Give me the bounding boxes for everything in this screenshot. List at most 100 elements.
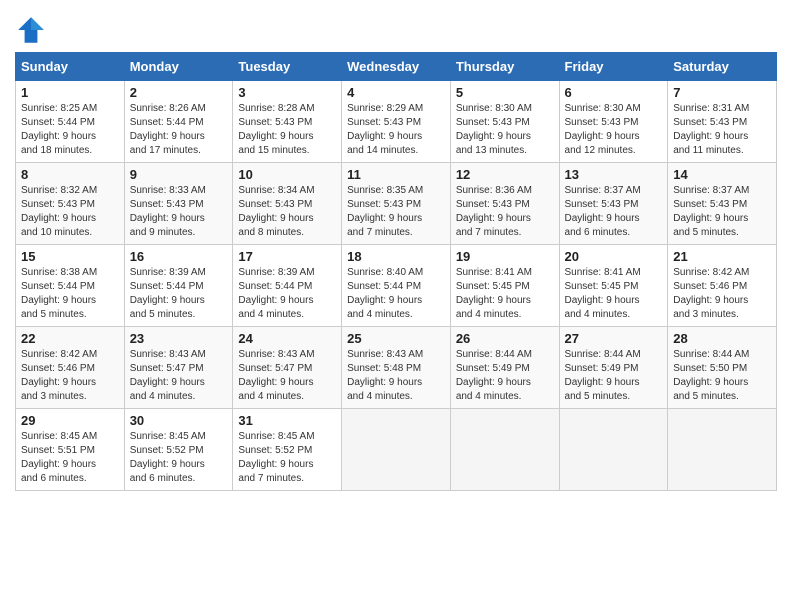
day-info: Sunrise: 8:45 AMSunset: 5:51 PMDaylight:… bbox=[21, 430, 119, 486]
day-info: Sunrise: 8:44 AMSunset: 5:49 PMDaylight:… bbox=[456, 348, 554, 404]
day-number: 25 bbox=[347, 331, 445, 346]
week-row-3: 15 Sunrise: 8:38 AMSunset: 5:44 PMDayligh… bbox=[16, 245, 777, 327]
day-cell: 4Sunrise: 8:29 AMSunset: 5:43 PMDaylight… bbox=[342, 81, 451, 163]
day-number: 18 bbox=[347, 249, 445, 264]
day-cell: 15 Sunrise: 8:38 AMSunset: 5:44 PMDayligh… bbox=[16, 245, 125, 327]
day-number: 30 bbox=[130, 413, 228, 428]
calendar-table: SundayMondayTuesdayWednesdayThursdayFrid… bbox=[15, 52, 777, 491]
day-number: 29 bbox=[21, 413, 119, 428]
day-cell: 24 Sunrise: 8:43 AMSunset: 5:47 PMDayligh… bbox=[233, 327, 342, 409]
day-cell: 5 Sunrise: 8:30 AMSunset: 5:43 PMDaylight… bbox=[450, 81, 559, 163]
day-info: Sunrise: 8:35 AMSunset: 5:43 PMDaylight:… bbox=[347, 184, 445, 240]
col-header-monday: Monday bbox=[124, 53, 233, 81]
day-number: 26 bbox=[456, 331, 554, 346]
day-cell: 22 Sunrise: 8:42 AMSunset: 5:46 PMDayligh… bbox=[16, 327, 125, 409]
header-row: SundayMondayTuesdayWednesdayThursdayFrid… bbox=[16, 53, 777, 81]
day-info: Sunrise: 8:45 AMSunset: 5:52 PMDaylight:… bbox=[130, 430, 228, 486]
day-info: Sunrise: 8:28 AMSunset: 5:43 PMDaylight:… bbox=[238, 102, 336, 158]
day-number: 11 bbox=[347, 167, 445, 182]
day-cell bbox=[559, 409, 668, 491]
day-number: 8 bbox=[21, 167, 119, 182]
week-row-1: 1 Sunrise: 8:25 AMSunset: 5:44 PMDaylight… bbox=[16, 81, 777, 163]
day-cell: 28 Sunrise: 8:44 AMSunset: 5:50 PMDayligh… bbox=[668, 327, 777, 409]
day-info: Sunrise: 8:40 AMSunset: 5:44 PMDaylight:… bbox=[347, 266, 445, 322]
day-cell: 31 Sunrise: 8:45 AMSunset: 5:52 PMDayligh… bbox=[233, 409, 342, 491]
day-info: Sunrise: 8:37 AMSunset: 5:43 PMDaylight:… bbox=[673, 184, 771, 240]
day-info: Sunrise: 8:39 AMSunset: 5:44 PMDaylight:… bbox=[238, 266, 336, 322]
week-row-5: 29 Sunrise: 8:45 AMSunset: 5:51 PMDayligh… bbox=[16, 409, 777, 491]
day-cell: 8 Sunrise: 8:32 AMSunset: 5:43 PMDaylight… bbox=[16, 163, 125, 245]
day-info: Sunrise: 8:37 AMSunset: 5:43 PMDaylight:… bbox=[565, 184, 663, 240]
day-number: 1 bbox=[21, 85, 119, 100]
day-cell: 30 Sunrise: 8:45 AMSunset: 5:52 PMDayligh… bbox=[124, 409, 233, 491]
col-header-sunday: Sunday bbox=[16, 53, 125, 81]
day-cell: 12 Sunrise: 8:36 AMSunset: 5:43 PMDayligh… bbox=[450, 163, 559, 245]
day-number: 3 bbox=[238, 85, 336, 100]
week-row-2: 8 Sunrise: 8:32 AMSunset: 5:43 PMDaylight… bbox=[16, 163, 777, 245]
day-info: Sunrise: 8:43 AMSunset: 5:47 PMDaylight:… bbox=[238, 348, 336, 404]
day-info: Sunrise: 8:25 AMSunset: 5:44 PMDaylight:… bbox=[21, 102, 119, 158]
day-cell: 18 Sunrise: 8:40 AMSunset: 5:44 PMDayligh… bbox=[342, 245, 451, 327]
day-info: Sunrise: 8:43 AMSunset: 5:47 PMDaylight:… bbox=[130, 348, 228, 404]
day-number: 22 bbox=[21, 331, 119, 346]
day-info: Sunrise: 8:34 AMSunset: 5:43 PMDaylight:… bbox=[238, 184, 336, 240]
day-number: 15 bbox=[21, 249, 119, 264]
day-number: 7 bbox=[673, 85, 771, 100]
day-info: Sunrise: 8:30 AMSunset: 5:43 PMDaylight:… bbox=[565, 102, 663, 158]
day-number: 23 bbox=[130, 331, 228, 346]
day-number: 2 bbox=[130, 85, 228, 100]
day-cell: 7 Sunrise: 8:31 AMSunset: 5:43 PMDaylight… bbox=[668, 81, 777, 163]
day-cell: 20Sunrise: 8:41 AMSunset: 5:45 PMDayligh… bbox=[559, 245, 668, 327]
day-cell: 23 Sunrise: 8:43 AMSunset: 5:47 PMDayligh… bbox=[124, 327, 233, 409]
day-info: Sunrise: 8:30 AMSunset: 5:43 PMDaylight:… bbox=[456, 102, 554, 158]
day-cell: 1 Sunrise: 8:25 AMSunset: 5:44 PMDaylight… bbox=[16, 81, 125, 163]
day-number: 20 bbox=[565, 249, 663, 264]
day-cell: 14 Sunrise: 8:37 AMSunset: 5:43 PMDayligh… bbox=[668, 163, 777, 245]
day-cell: 6 Sunrise: 8:30 AMSunset: 5:43 PMDaylight… bbox=[559, 81, 668, 163]
day-info: Sunrise: 8:38 AMSunset: 5:44 PMDaylight:… bbox=[21, 266, 119, 322]
day-number: 21 bbox=[673, 249, 771, 264]
logo-icon bbox=[15, 14, 47, 46]
col-header-saturday: Saturday bbox=[668, 53, 777, 81]
day-cell: 25 Sunrise: 8:43 AMSunset: 5:48 PMDayligh… bbox=[342, 327, 451, 409]
day-cell: 21Sunrise: 8:42 AMSunset: 5:46 PMDayligh… bbox=[668, 245, 777, 327]
day-number: 27 bbox=[565, 331, 663, 346]
day-number: 14 bbox=[673, 167, 771, 182]
day-cell: 29 Sunrise: 8:45 AMSunset: 5:51 PMDayligh… bbox=[16, 409, 125, 491]
day-number: 6 bbox=[565, 85, 663, 100]
day-info: Sunrise: 8:33 AMSunset: 5:43 PMDaylight:… bbox=[130, 184, 228, 240]
col-header-friday: Friday bbox=[559, 53, 668, 81]
day-info: Sunrise: 8:39 AMSunset: 5:44 PMDaylight:… bbox=[130, 266, 228, 322]
day-number: 13 bbox=[565, 167, 663, 182]
col-header-thursday: Thursday bbox=[450, 53, 559, 81]
day-number: 31 bbox=[238, 413, 336, 428]
day-info: Sunrise: 8:42 AMSunset: 5:46 PMDaylight:… bbox=[21, 348, 119, 404]
col-header-wednesday: Wednesday bbox=[342, 53, 451, 81]
day-number: 12 bbox=[456, 167, 554, 182]
day-cell: 2Sunrise: 8:26 AMSunset: 5:44 PMDaylight… bbox=[124, 81, 233, 163]
day-cell bbox=[668, 409, 777, 491]
calendar-header: SundayMondayTuesdayWednesdayThursdayFrid… bbox=[16, 53, 777, 81]
day-number: 5 bbox=[456, 85, 554, 100]
day-number: 17 bbox=[238, 249, 336, 264]
day-cell: 11 Sunrise: 8:35 AMSunset: 5:43 PMDayligh… bbox=[342, 163, 451, 245]
day-cell: 13 Sunrise: 8:37 AMSunset: 5:43 PMDayligh… bbox=[559, 163, 668, 245]
day-number: 28 bbox=[673, 331, 771, 346]
calendar-body: 1 Sunrise: 8:25 AMSunset: 5:44 PMDaylight… bbox=[16, 81, 777, 491]
day-number: 19 bbox=[456, 249, 554, 264]
day-info: Sunrise: 8:31 AMSunset: 5:43 PMDaylight:… bbox=[673, 102, 771, 158]
week-row-4: 22 Sunrise: 8:42 AMSunset: 5:46 PMDayligh… bbox=[16, 327, 777, 409]
day-info: Sunrise: 8:45 AMSunset: 5:52 PMDaylight:… bbox=[238, 430, 336, 486]
day-cell: 3 Sunrise: 8:28 AMSunset: 5:43 PMDaylight… bbox=[233, 81, 342, 163]
day-info: Sunrise: 8:44 AMSunset: 5:50 PMDaylight:… bbox=[673, 348, 771, 404]
day-number: 24 bbox=[238, 331, 336, 346]
day-info: Sunrise: 8:41 AMSunset: 5:45 PMDaylight:… bbox=[456, 266, 554, 322]
day-info: Sunrise: 8:43 AMSunset: 5:48 PMDaylight:… bbox=[347, 348, 445, 404]
day-cell: 19 Sunrise: 8:41 AMSunset: 5:45 PMDayligh… bbox=[450, 245, 559, 327]
day-cell: 10Sunrise: 8:34 AMSunset: 5:43 PMDayligh… bbox=[233, 163, 342, 245]
day-info: Sunrise: 8:32 AMSunset: 5:43 PMDaylight:… bbox=[21, 184, 119, 240]
day-cell: 16Sunrise: 8:39 AMSunset: 5:44 PMDayligh… bbox=[124, 245, 233, 327]
day-info: Sunrise: 8:29 AMSunset: 5:43 PMDaylight:… bbox=[347, 102, 445, 158]
day-info: Sunrise: 8:36 AMSunset: 5:43 PMDaylight:… bbox=[456, 184, 554, 240]
day-cell: 17 Sunrise: 8:39 AMSunset: 5:44 PMDayligh… bbox=[233, 245, 342, 327]
